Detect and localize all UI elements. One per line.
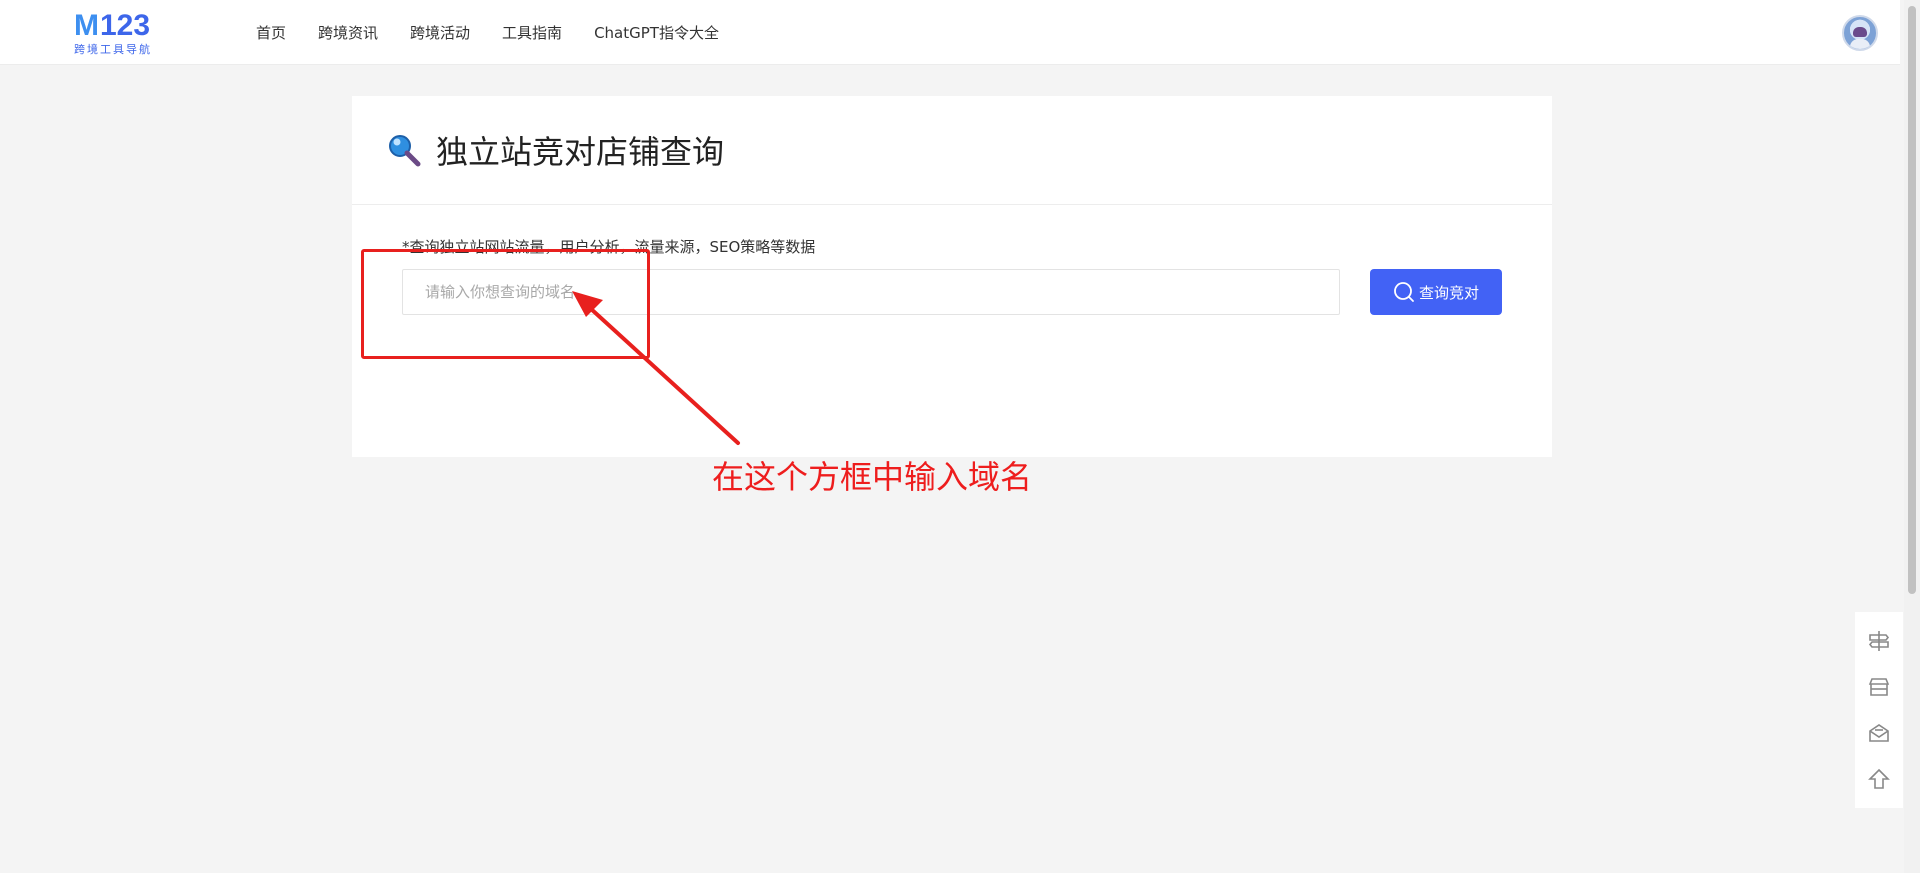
search-button-label: 查询竞对 <box>1418 283 1479 302</box>
scrollbar-thumb[interactable] <box>1908 6 1916 594</box>
search-icon <box>1394 282 1414 302</box>
store-icon[interactable] <box>1865 673 1893 701</box>
logo-number: 123 <box>100 9 151 42</box>
signpost-icon[interactable] <box>1865 627 1893 655</box>
nav-item-news[interactable]: 跨境资讯 <box>318 22 378 43</box>
avatar-face-shape <box>1853 27 1867 37</box>
top-navbar: M 123 跨境工具导航 首页 跨境资讯 跨境活动 工具指南 ChatGPT指令… <box>0 0 1900 65</box>
user-avatar[interactable] <box>1842 15 1878 51</box>
nav-item-home[interactable]: 首页 <box>256 22 286 43</box>
nav-item-chatgpt-prompts[interactable]: ChatGPT指令大全 <box>594 22 719 43</box>
side-toolbar <box>1855 612 1903 808</box>
nav-item-tools-guide[interactable]: 工具指南 <box>502 22 562 43</box>
logo-subtitle: 跨境工具导航 <box>74 43 152 56</box>
site-logo[interactable]: M 123 跨境工具导航 <box>74 9 166 57</box>
arrow-up-icon[interactable] <box>1865 765 1893 793</box>
nav-item-events[interactable]: 跨境活动 <box>410 22 470 43</box>
logo-letter: M <box>74 9 99 42</box>
annotation-text: 在这个方框中输入域名 <box>712 458 1033 496</box>
page-title: 独立站竞对店铺查询 <box>436 133 725 171</box>
mail-open-icon[interactable] <box>1865 719 1893 747</box>
annotation-highlight-box <box>361 249 650 359</box>
card-header: 独立站竞对店铺查询 <box>352 96 1552 205</box>
search-competitor-button[interactable]: 查询竞对 <box>1370 269 1502 315</box>
avatar-body-shape <box>1850 39 1870 49</box>
magnifier-icon <box>389 135 421 167</box>
logo-mark: M 123 <box>74 9 166 42</box>
page-scrollbar[interactable] <box>1904 0 1920 873</box>
main-nav: 首页 跨境资讯 跨境活动 工具指南 ChatGPT指令大全 <box>256 0 751 65</box>
